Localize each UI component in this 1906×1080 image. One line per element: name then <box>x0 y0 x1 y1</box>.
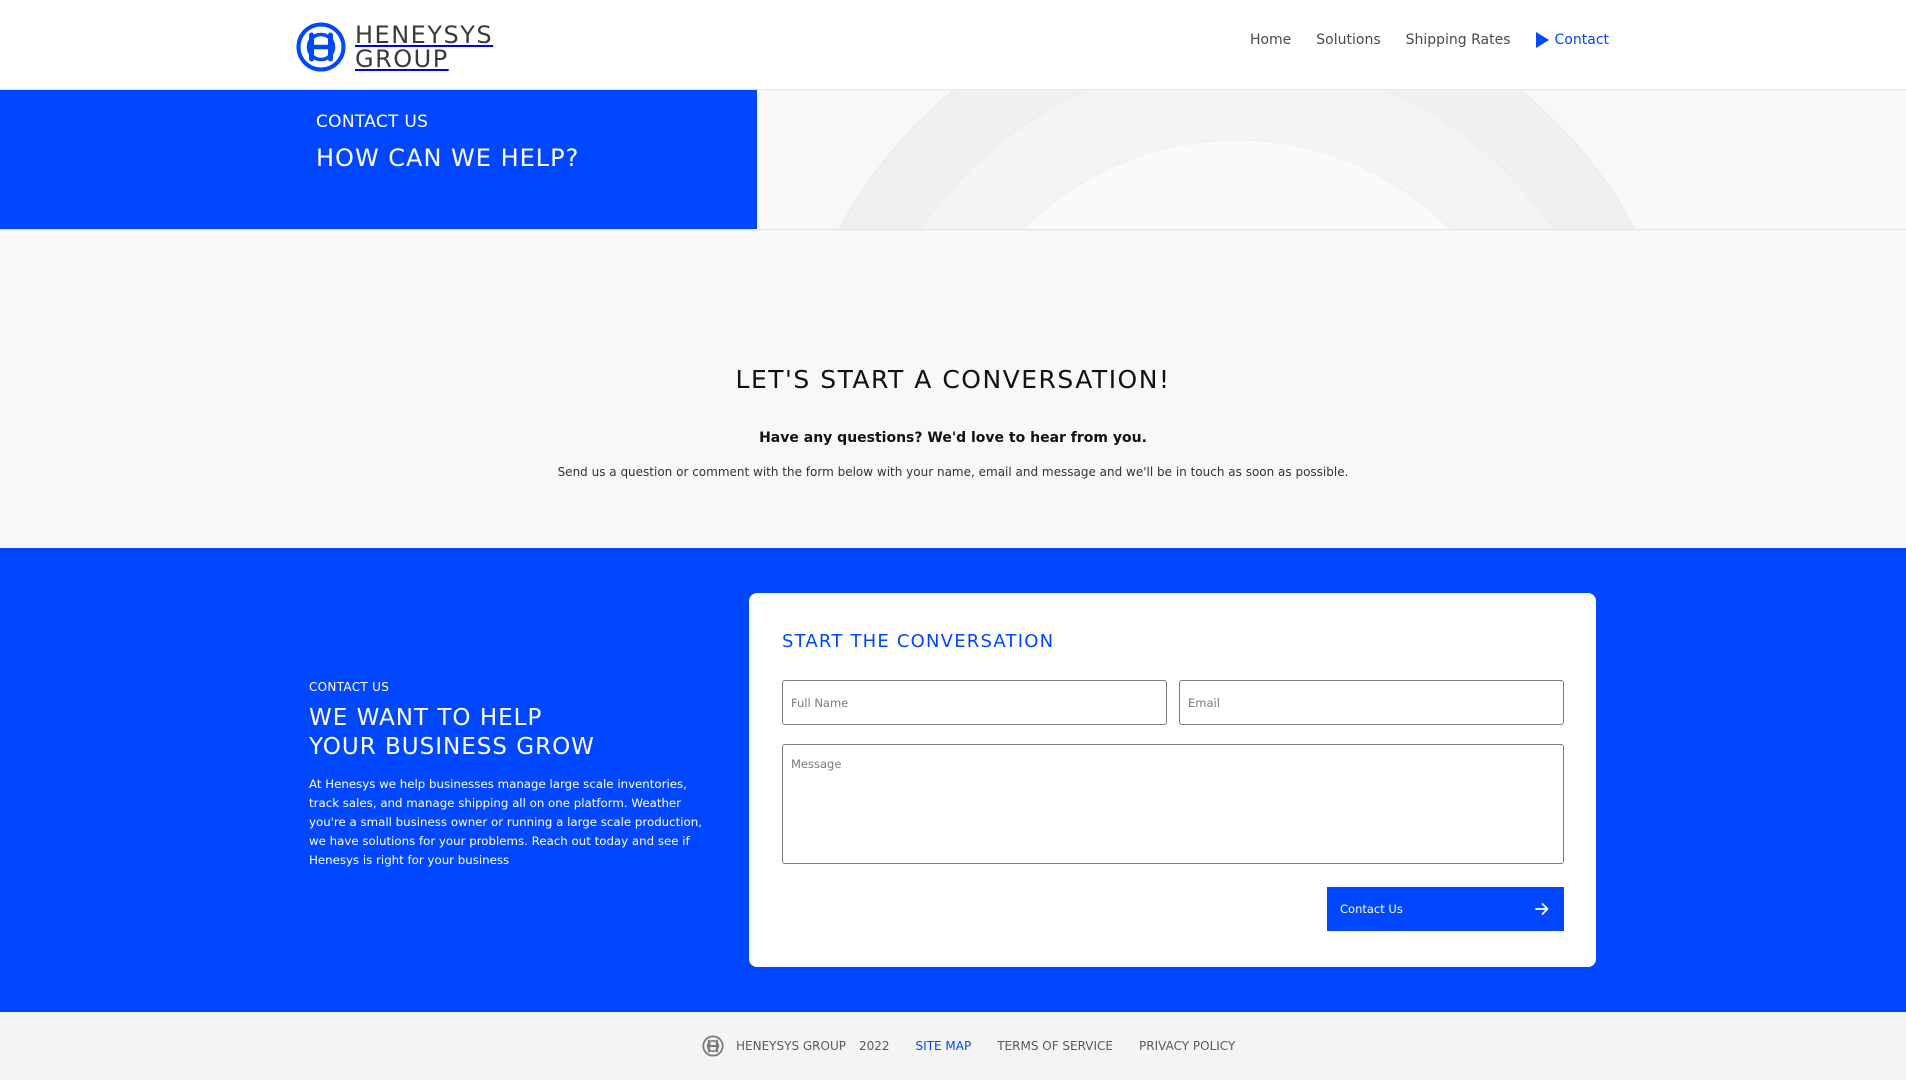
hero-title: HOW CAN WE HELP? <box>316 144 580 172</box>
footer-brand: HENEYSYS GROUP <box>736 1039 846 1053</box>
nav-item-contact-label: Contact <box>1554 32 1609 48</box>
contact-title-line2: YOUR BUSINESS GROW <box>309 734 595 760</box>
footer-bar: HENEYSYS GROUP 2022 SITE MAP TERMS OF SE… <box>702 1034 1261 1058</box>
footer-year: 2022 <box>858 1039 890 1053</box>
contact-section: CONTACT US WE WANT TO HELP YOUR BUSINESS… <box>0 548 1906 1012</box>
contact-eyebrow: CONTACT US <box>309 680 390 694</box>
contact-us-button-label: Contact Us <box>1340 902 1403 916</box>
nav-item-solutions[interactable]: Solutions <box>1316 32 1380 48</box>
nav-item-shipping-rates[interactable]: Shipping Rates <box>1406 32 1511 48</box>
brand-wordmark-line2: GROUP <box>355 44 449 73</box>
intro-title: LET'S START A CONVERSATION! <box>735 365 1171 394</box>
hero-blue-panel: CONTACT US HOW CAN WE HELP? <box>0 90 757 229</box>
intro-description: Send us a question or comment with the f… <box>557 465 1349 479</box>
brand-wordmark: HENEYSYS GROUP <box>355 23 493 71</box>
play-icon <box>1535 32 1549 48</box>
hero-banner: CONTACT US HOW CAN WE HELP? <box>0 90 1906 230</box>
footer-link-privacy[interactable]: PRIVACY POLICY <box>1139 1039 1235 1053</box>
message-textarea[interactable] <box>782 744 1564 864</box>
intro-subtitle: Have any questions? We'd love to hear fr… <box>759 430 1147 446</box>
full-name-input[interactable] <box>782 680 1167 725</box>
contact-us-button[interactable]: Contact Us <box>1327 887 1564 931</box>
h-circle-logo-icon <box>702 1035 724 1057</box>
email-input[interactable] <box>1179 680 1564 725</box>
h-circle-logo-icon <box>296 22 346 71</box>
brand-wordmark-line1: HENEYSYS <box>355 20 494 49</box>
footer-link-site-map[interactable]: SITE MAP <box>916 1039 972 1053</box>
hero-eyebrow: CONTACT US <box>316 112 429 132</box>
brand-logo[interactable]: HENEYSYS GROUP <box>296 21 493 72</box>
nav-item-contact[interactable]: Contact <box>1535 32 1609 48</box>
footer-link-terms[interactable]: TERMS OF SERVICE <box>997 1039 1113 1053</box>
contact-form-card: START THE CONVERSATION Contact Us <box>749 593 1596 967</box>
nav-item-home[interactable]: Home <box>1250 32 1291 48</box>
arrow-right-icon <box>1535 903 1549 915</box>
contact-title-line1: WE WANT TO HELP <box>309 705 543 731</box>
form-title: START THE CONVERSATION <box>782 631 1055 652</box>
site-footer: HENEYSYS GROUP 2022 SITE MAP TERMS OF SE… <box>0 1012 1906 1080</box>
contact-info: CONTACT US WE WANT TO HELP YOUR BUSINESS… <box>309 680 719 870</box>
main-nav: Home Solutions Shipping Rates Contact <box>1250 32 1609 48</box>
site-header: HENEYSYS GROUP Home Solutions Shipping R… <box>0 0 1906 90</box>
contact-body: At Henesys we help businesses manage lar… <box>309 777 702 867</box>
contact-title: WE WANT TO HELP YOUR BUSINESS GROW <box>309 704 719 762</box>
intro-section: LET'S START A CONVERSATION! Have any que… <box>0 231 1906 548</box>
decorative-arcs <box>839 90 1635 229</box>
